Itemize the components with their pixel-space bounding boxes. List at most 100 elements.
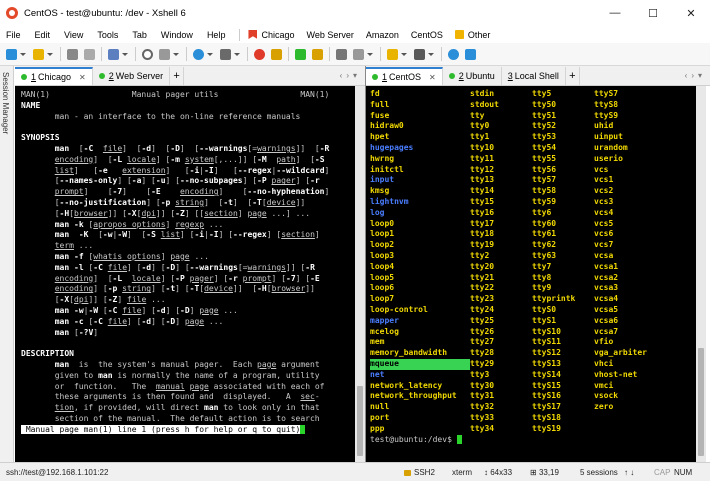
open-icon[interactable] [33, 48, 44, 60]
tab-centos[interactable]: 1 CentOS ✕ [366, 67, 443, 85]
dev-entry: input [370, 175, 395, 185]
dev-entry: ttyS9 [594, 110, 619, 120]
menu-help[interactable]: Help [207, 30, 226, 40]
tile-icon[interactable] [387, 48, 398, 60]
dev-entry: tty63 [532, 250, 557, 260]
bookmark-icon [248, 30, 258, 39]
tab-layout-icon[interactable] [414, 48, 425, 60]
tab-web-server[interactable]: 2 Web Server [92, 67, 171, 85]
dev-entry: full [370, 99, 390, 109]
menu-window[interactable]: Window [161, 30, 193, 40]
terminal-centos[interactable]: fd full fuse hidraw0 hpet hugepages hwrng initc… [366, 86, 696, 462]
close-button[interactable]: ✕ [672, 0, 710, 26]
listing-column-3: tty5 tty50 tty51 tty52 tty53 tty54 tty55 tty56 t… [532, 89, 594, 435]
dev-entry: ttyS15 [532, 380, 561, 390]
properties-icon[interactable] [84, 48, 95, 60]
compose-icon[interactable] [353, 48, 364, 60]
folder-icon [454, 30, 464, 39]
dev-entry: loop0 [370, 218, 395, 228]
tab-nav-arrows-icon[interactable]: ‹›▾ [340, 71, 361, 80]
help-icon[interactable] [448, 48, 459, 60]
lock-icon[interactable] [312, 48, 323, 60]
dev-entry: tty27 [470, 337, 495, 347]
layout-icon[interactable] [295, 48, 306, 60]
tab-nav-arrows-icon[interactable]: ‹›▾ [685, 71, 706, 80]
dev-entry: ttyprintk [532, 294, 576, 304]
right-scrollbar[interactable] [696, 86, 706, 462]
dev-entry: vmci [594, 380, 614, 390]
session-manager-sidebar[interactable]: Session Manager [0, 66, 14, 462]
left-scrollbar-thumb[interactable] [357, 386, 363, 456]
dev-entry: ttyS7 [594, 89, 619, 98]
dev-entry: tty32 [470, 402, 495, 412]
bookmark-centos[interactable]: CentOS [411, 30, 443, 40]
dev-entry: tty1 [470, 132, 490, 142]
lock-icon [404, 469, 411, 476]
xftp-icon[interactable] [271, 48, 282, 60]
dev-entry: vcsa2 [594, 272, 619, 282]
bookmark-chicago[interactable]: Chicago [248, 30, 294, 40]
xmanager-icon[interactable] [254, 48, 265, 60]
session-nav-arrows-icon[interactable]: ↑ ↓ [624, 468, 634, 477]
right-scrollbar-thumb[interactable] [698, 348, 704, 456]
minimize-button[interactable]: — [596, 0, 634, 26]
new-session-icon[interactable] [6, 48, 17, 60]
menu-tools[interactable]: Tools [97, 30, 118, 40]
dev-entry: mqueue [370, 358, 470, 370]
tab-ubuntu[interactable]: 2 Ubuntu [442, 67, 502, 85]
dev-entry: tty11 [470, 153, 495, 163]
menu-file[interactable]: File [6, 30, 21, 40]
maximize-button[interactable]: ☐ [634, 0, 672, 26]
dev-entry: mapper [370, 315, 399, 325]
toolbar-separator [186, 47, 187, 61]
menu-view[interactable]: View [64, 30, 83, 40]
dev-entry: vcsa5 [594, 304, 619, 314]
new-tab-button[interactable]: + [566, 67, 580, 85]
tab-chicago[interactable]: 1 Chicago ✕ [15, 67, 93, 85]
menu-bar: File Edit View Tools Tab Window Help Chi… [0, 26, 710, 43]
bookmark-amazon[interactable]: Amazon [366, 30, 399, 40]
find-icon[interactable] [142, 48, 153, 60]
script-icon[interactable] [220, 48, 231, 60]
title-bar[interactable]: CentOS - test@ubuntu: /dev - Xshell 6 — … [0, 0, 710, 26]
dev-entry: vhci [594, 358, 614, 368]
dev-entry: tty34 [470, 423, 495, 433]
dev-entry: tty51 [532, 110, 557, 120]
toolbar-separator [101, 47, 102, 61]
toolbar-separator [60, 47, 61, 61]
toolbar-separator [135, 47, 136, 61]
dev-entry: hugepages [370, 142, 414, 152]
bookmark-other[interactable]: Other [454, 30, 490, 40]
protocol-indicator: SSH2 [404, 468, 435, 477]
close-tab-icon[interactable]: ✕ [79, 73, 86, 82]
dev-entry: tty5 [532, 89, 552, 98]
toolbar [0, 43, 710, 66]
menu-tab[interactable]: Tab [132, 30, 147, 40]
dev-entry: loop4 [370, 261, 395, 271]
menu-edit[interactable]: Edit [35, 30, 51, 40]
dev-entry: lightnvm [370, 196, 409, 206]
dev-entry: ttyS12 [532, 348, 561, 358]
close-tab-icon[interactable]: ✕ [429, 73, 436, 82]
zoom-icon[interactable] [159, 48, 170, 60]
dev-entry: vcs4 [594, 207, 614, 217]
dev-entry: hidraw0 [370, 121, 404, 131]
dev-entry: tty19 [470, 240, 495, 250]
dev-entry: tty17 [470, 218, 495, 228]
listing-column-1: fd full fuse hidraw0 hpet hugepages hwrng initc… [370, 89, 470, 435]
left-scrollbar[interactable] [355, 86, 365, 462]
dropdown-arrow-icon [207, 52, 213, 56]
terminal-chicago[interactable]: MAN(1) Manual pager utils MAN(1) NAME ma… [15, 86, 355, 462]
dev-entry: tty15 [470, 196, 495, 206]
tab-local-shell[interactable]: 3 Local Shell [501, 67, 566, 85]
dev-entry: ttyS10 [532, 326, 561, 336]
new-tab-button[interactable]: + [170, 67, 185, 85]
chat-icon[interactable] [465, 48, 476, 60]
reconnect-icon[interactable] [67, 48, 78, 60]
dev-entry: vhost-net [594, 369, 638, 379]
dev-entry: ttyS14 [532, 369, 561, 379]
globe-icon[interactable] [193, 48, 204, 60]
transfer-icon[interactable] [108, 48, 119, 60]
bookmark-web-server[interactable]: Web Server [306, 30, 353, 40]
keyboard-icon[interactable] [336, 48, 347, 60]
